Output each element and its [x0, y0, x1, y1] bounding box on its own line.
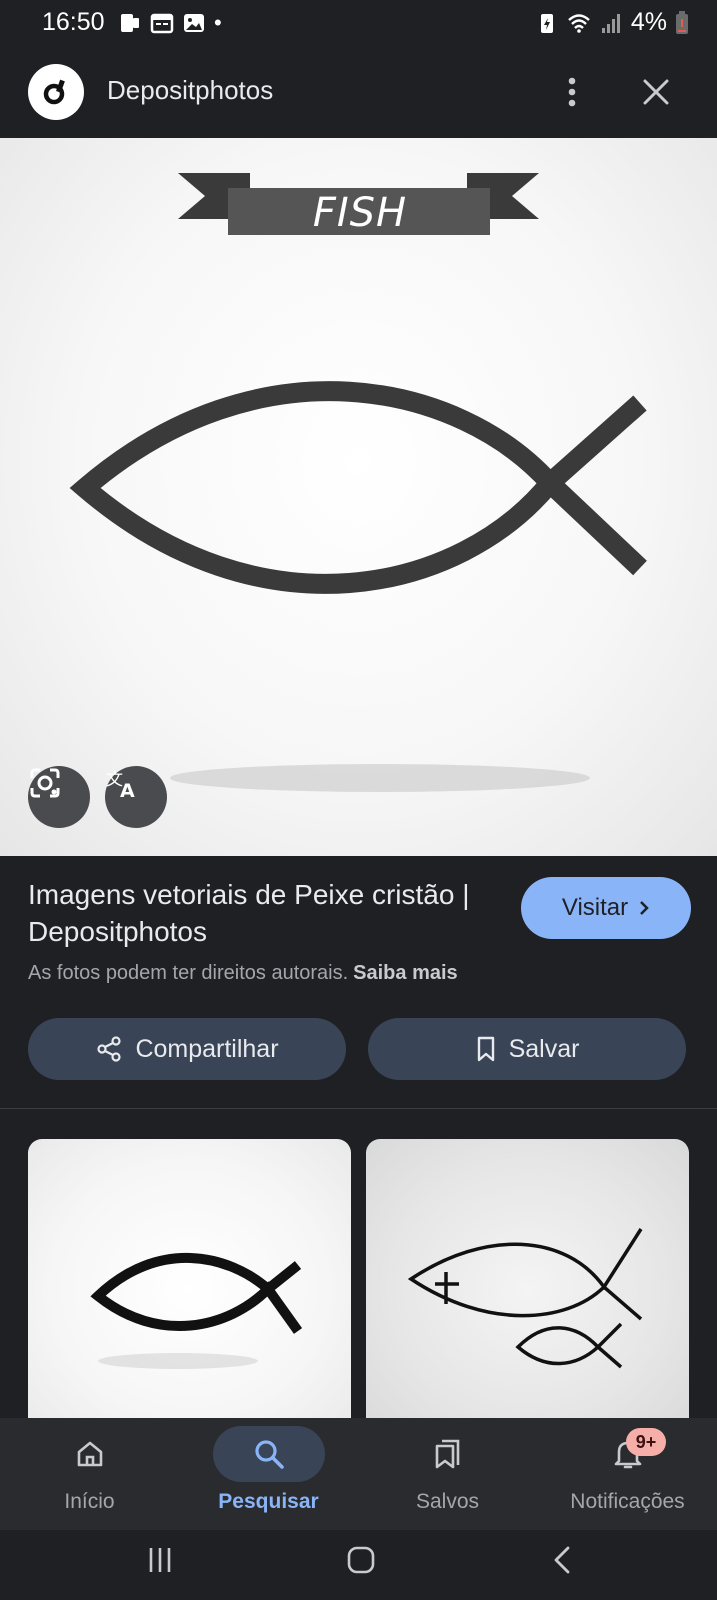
more-options-button[interactable] — [552, 68, 592, 116]
nav-notifications-label: Notificações — [570, 1490, 685, 1513]
result-title[interactable]: Imagens vetoriais de Peixe cristão | Dep… — [28, 876, 488, 950]
nav-home-label: Início — [64, 1490, 115, 1513]
share-icon — [97, 1036, 122, 1062]
google-lens-icon — [30, 768, 60, 798]
home-icon — [77, 1441, 102, 1467]
battery-percent: 4% — [630, 8, 667, 36]
home-circle-icon — [347, 1546, 375, 1574]
status-left-icons: • — [118, 10, 222, 36]
translate-icon: 文 A — [106, 770, 135, 800]
system-navigation-bar — [0, 1530, 717, 1600]
status-dot: • — [214, 10, 222, 35]
status-right-icons: 4% — [535, 8, 689, 37]
svg-text:A: A — [120, 780, 135, 800]
depositphotos-logo-icon — [28, 64, 84, 120]
back-button[interactable] — [532, 1538, 592, 1582]
battery-icon — [676, 10, 688, 34]
status-time: 16:50 — [42, 8, 105, 36]
fish-banner-text: FISH — [312, 190, 408, 236]
gallery-icon — [184, 14, 204, 32]
calendar-icon — [150, 13, 174, 34]
home-system-button[interactable] — [331, 1538, 391, 1582]
related-image-card[interactable] — [366, 1139, 689, 1439]
result-info: Imagens vetoriais de Peixe cristão | Dep… — [0, 856, 717, 1111]
nav-home[interactable]: Início — [0, 1418, 179, 1530]
chevron-right-icon — [640, 901, 649, 915]
fish-illustration — [69, 173, 647, 792]
site-name: Depositphotos — [107, 75, 274, 105]
search-icon — [254, 1440, 284, 1469]
saved-icon — [435, 1439, 459, 1469]
close-icon — [643, 79, 669, 105]
status-bar: 16:50 • 4% — [0, 0, 717, 46]
share-label: Compartilhar — [135, 1034, 279, 1063]
divider — [0, 1108, 717, 1109]
more-vert-icon — [568, 77, 576, 107]
bookmark-icon — [477, 1036, 494, 1062]
hero-image[interactable]: FISH 文 A — [0, 138, 717, 856]
recent-apps-button[interactable] — [130, 1538, 190, 1582]
related-image-card[interactable] — [28, 1139, 351, 1439]
back-icon — [554, 1546, 570, 1574]
learn-more-link[interactable]: Saiba mais — [353, 962, 458, 984]
save-button[interactable]: Salvar — [368, 1018, 686, 1080]
nav-saved-pill — [392, 1426, 504, 1482]
translate-button[interactable]: 文 A — [105, 766, 167, 828]
fish-thumbnail — [90, 1252, 303, 1369]
nav-home-pill — [34, 1426, 146, 1482]
bottom-navigation: Início Pesquisar Salvos Notificações 9+ — [0, 1418, 717, 1530]
battery-saver-icon — [540, 13, 553, 33]
copyright-notice: As fotos podem ter direitos autorais. Sai… — [28, 962, 458, 985]
wifi-icon — [568, 13, 590, 33]
copyright-text: As fotos podem ter direitos autorais. — [28, 962, 349, 984]
visit-button[interactable]: Visitar — [521, 877, 691, 939]
visit-label: Visitar — [561, 894, 629, 921]
nav-search[interactable]: Pesquisar — [179, 1418, 358, 1530]
share-button[interactable]: Compartilhar — [28, 1018, 346, 1080]
lens-button[interactable] — [28, 766, 90, 828]
save-label: Salvar — [508, 1034, 580, 1063]
recent-apps-icon — [149, 1548, 171, 1572]
nav-saved-label: Salvos — [415, 1490, 480, 1513]
app-bar: Depositphotos — [0, 46, 717, 138]
nav-search-label: Pesquisar — [218, 1490, 319, 1513]
close-button[interactable] — [632, 68, 680, 116]
two-fish-thumbnail — [407, 1228, 643, 1369]
notification-badge: 9+ — [626, 1428, 666, 1456]
nav-search-pill — [212, 1426, 325, 1482]
notification-icon — [121, 14, 139, 32]
nav-saved[interactable]: Salvos — [358, 1418, 537, 1530]
signal-icon — [601, 13, 620, 33]
related-images-grid — [0, 1139, 717, 1439]
